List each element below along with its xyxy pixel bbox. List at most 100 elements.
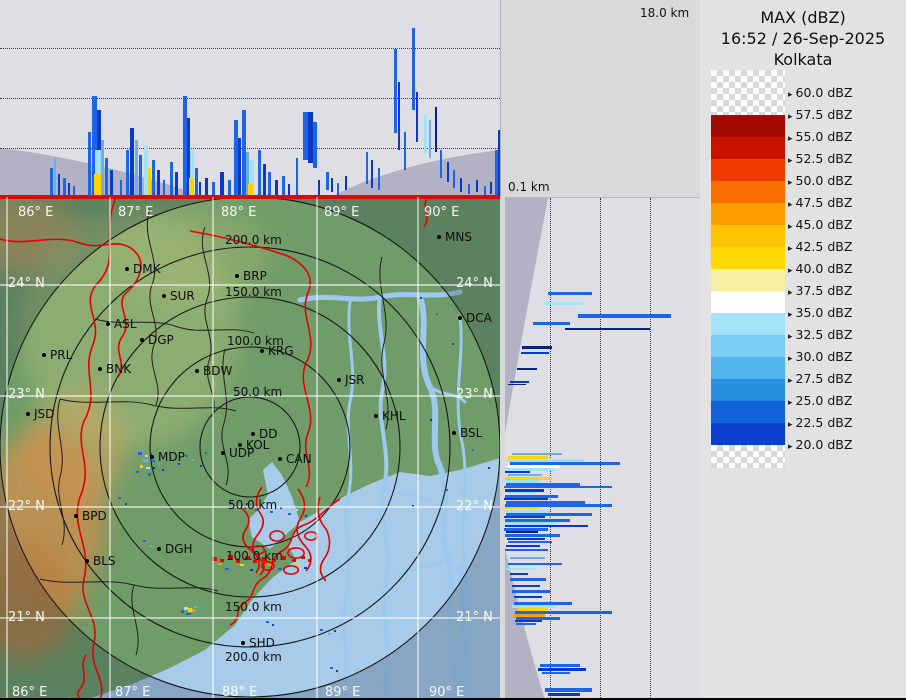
legend-label: ▸ 27.5 dBZ (788, 371, 853, 386)
tick-arrow-icon: ▸ (788, 112, 793, 122)
profile-bar (510, 381, 529, 383)
station-marker-khl: KHL (374, 409, 406, 423)
tick-arrow-icon: ▸ (788, 354, 793, 364)
profile-bar (135, 140, 138, 197)
profile-bar (263, 164, 266, 197)
station-marker-sur: SUR (162, 289, 195, 303)
legend-swatch (711, 401, 785, 423)
range-ring-label: 150.0 km (225, 285, 282, 299)
profile-bar (512, 590, 550, 593)
legend-label: ▸ 22.5 dBZ (788, 415, 853, 430)
profile-bar (258, 150, 261, 197)
legend-swatch (711, 137, 785, 159)
height-gridline (550, 198, 551, 700)
legend-label: ▸ 25.0 dBZ (788, 393, 853, 408)
lat-label-left: 23° N (8, 387, 45, 402)
profile-bar (542, 672, 570, 674)
profile-bar (505, 534, 560, 537)
station-dot (85, 559, 89, 563)
legend-swatch (711, 225, 785, 247)
lat-label-left: 21° N (8, 610, 45, 625)
profile-bar (440, 150, 442, 178)
legend-swatch (711, 159, 785, 181)
tick-arrow-icon: ▸ (788, 310, 793, 320)
profile-bar (404, 132, 406, 170)
station-marker-can: CAN (278, 452, 312, 466)
tick-arrow-icon: ▸ (788, 222, 793, 232)
profile-bar (508, 563, 562, 565)
lat-label-left: 24° N (8, 276, 45, 291)
profile-bar (545, 302, 583, 305)
map-label-layer: 86° E 86° E 87° E 87° E 88° E 88° E 89° E 89° E… (0, 197, 500, 700)
tick-arrow-icon: ▸ (788, 332, 793, 342)
profile-bar (517, 368, 537, 370)
legend-swatch (711, 423, 785, 445)
station-dot (162, 294, 166, 298)
station-dot (437, 235, 441, 239)
station-dot (221, 451, 225, 455)
tick-arrow-icon: ▸ (788, 90, 793, 100)
station-marker-mdp: MDP (150, 450, 185, 464)
range-ring-label: 150.0 km (225, 600, 282, 614)
station-name: Kolkata (773, 50, 833, 69)
profile-bar (504, 498, 548, 500)
profile-bar (170, 162, 173, 197)
timestamp: 16:52 / 26-Sep-2025 (720, 29, 886, 48)
top-height-profile-panel (0, 0, 500, 197)
station-dot (458, 316, 462, 320)
legend-label: ▸ 42.5 dBZ (788, 239, 853, 254)
range-ring-label: 50.0 km (233, 385, 283, 399)
station-dot (260, 349, 264, 353)
profile-bar (507, 492, 536, 494)
profile-bar (565, 328, 650, 330)
station-dot (251, 432, 255, 436)
profile-bar (533, 322, 570, 325)
station-marker-bpd: BPD (74, 509, 107, 523)
range-ring-label: 200.0 km (225, 650, 282, 664)
height-gridline (650, 198, 651, 700)
station-dot (42, 353, 46, 357)
station-dot (452, 431, 456, 435)
station-marker-dgh: DGH (157, 542, 193, 556)
profile-bar (331, 178, 333, 192)
lat-label-left: 22° N (8, 499, 45, 514)
profile-bar (130, 128, 134, 197)
lon-label-top: 87° E (118, 205, 154, 220)
profile-bar (429, 120, 431, 158)
profile-bar (512, 585, 540, 587)
tick-arrow-icon: ▸ (788, 266, 793, 276)
legend-label: ▸ 20.0 dBZ (788, 437, 853, 452)
station-dot (150, 455, 154, 459)
height-axis-max-label: 18.0 km (640, 6, 690, 20)
profile-bar (139, 155, 142, 197)
tick-arrow-icon: ▸ (788, 134, 793, 144)
station-marker-krg: KRG (260, 344, 294, 358)
tick-arrow-icon: ▸ (788, 376, 793, 386)
height-axis-min-label: 0.1 km (508, 180, 550, 194)
legend-label: ▸ 45.0 dBZ (788, 217, 853, 232)
legend-swatch (711, 335, 785, 357)
profile-bar (220, 172, 224, 197)
legend-label: ▸ 50.0 dBZ (788, 173, 853, 188)
tick-arrow-icon: ▸ (788, 200, 793, 210)
profile-bar (578, 314, 671, 318)
profile-bar (548, 292, 592, 295)
station-dot (195, 369, 199, 373)
profile-bar (54, 158, 56, 197)
range-ring-label: 50.0 km (228, 498, 278, 512)
profile-bar (460, 178, 462, 192)
height-gridline (0, 98, 500, 99)
top-panel-edge (500, 0, 501, 197)
profile-bar (371, 160, 373, 188)
profile-bar (416, 92, 418, 142)
profile-bar (538, 668, 586, 671)
station-dot (374, 414, 378, 418)
profile-bar (126, 150, 129, 197)
profile-bar (105, 158, 108, 197)
tick-arrow-icon: ▸ (788, 420, 793, 430)
station-marker-brp: BRP (235, 269, 267, 283)
product-title: MAX (dBZ) (760, 8, 846, 27)
legend-swatch (711, 269, 785, 291)
profile-bar (110, 170, 113, 197)
profile-bar (510, 578, 546, 581)
